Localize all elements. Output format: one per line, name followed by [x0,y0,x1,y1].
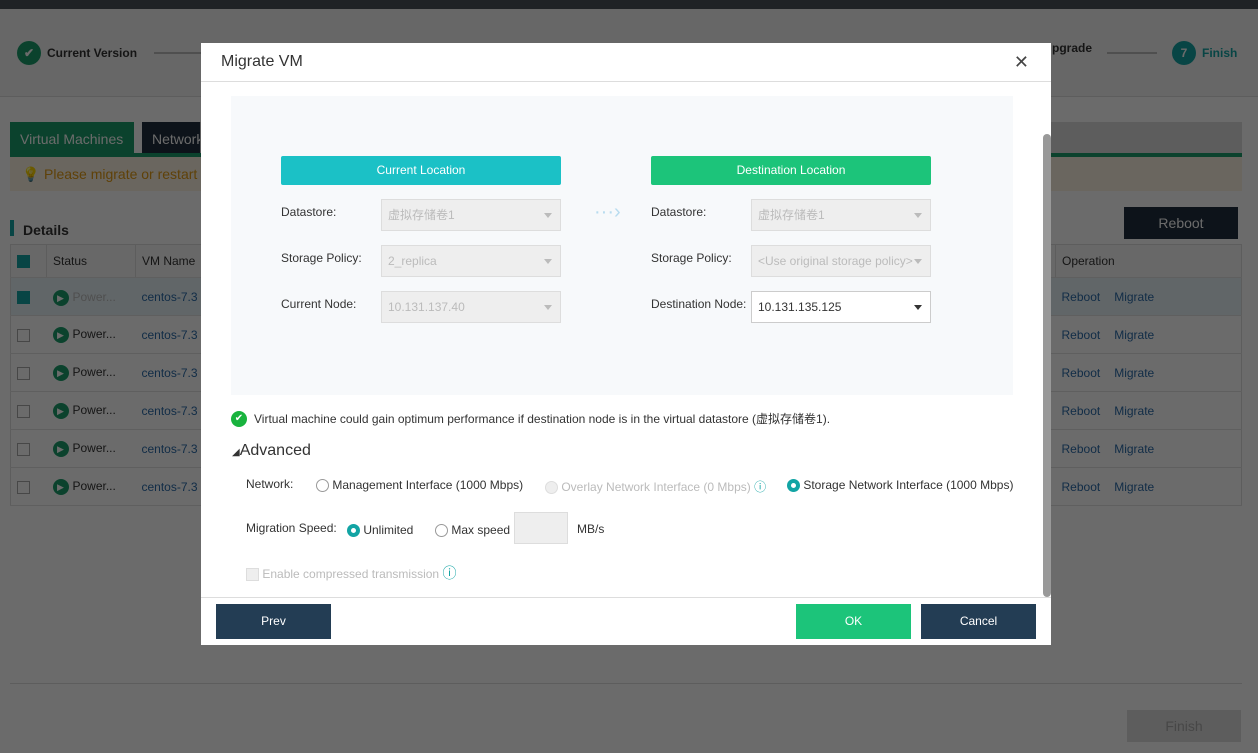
network-storage-radio[interactable]: Storage Network Interface (1000 Mbps) [787,478,1013,493]
destination-location-header: Destination Location [651,156,931,185]
play-icon: ▶ [52,478,69,495]
migrate-link[interactable]: Migrate [1114,366,1154,380]
migrate-link[interactable]: Migrate [1114,404,1154,418]
speed-max-radio[interactable]: Max speed [435,523,510,538]
network-overlay-radio: Overlay Network Interface (0 Mbps) ⓘ [545,478,766,495]
prev-button[interactable]: Prev [216,604,331,639]
arrow-right-icon: ···› [594,201,621,223]
network-management-radio[interactable]: Management Interface (1000 Mbps) [316,478,523,493]
ok-button[interactable]: OK [796,604,911,639]
migrate-vm-dialog: Migrate VM ✕ Current Location Destinatio… [201,43,1051,645]
step-finish: 7 Finish [1172,41,1237,65]
info-icon[interactable]: ⓘ [754,480,766,494]
advanced-toggle[interactable]: ◢Advanced [232,442,311,460]
row-checkbox[interactable] [17,404,30,418]
row-checkbox[interactable] [17,290,30,304]
migrate-link[interactable]: Migrate [1114,480,1154,494]
success-icon: ✔ [231,410,247,427]
dest-node-select[interactable]: 10.131.135.125 [751,291,931,323]
scrollbar[interactable] [1043,134,1051,597]
dialog-title: Migrate VM [201,43,1051,82]
row-checkbox[interactable] [17,442,30,456]
step-current-version: ✔ Current Version [17,41,137,65]
top-bar [0,0,1258,9]
current-node-select: 10.131.137.40 [381,291,561,323]
caret-icon: ◢ [232,447,240,458]
reboot-link[interactable]: Reboot [1062,366,1101,380]
current-location-header: Current Location [281,156,561,185]
dest-datastore-select: 虚拟存储卷1 [751,199,931,231]
close-icon[interactable]: ✕ [1014,52,1029,73]
check-icon: ✔ [17,41,41,65]
current-policy-select: 2_replica [381,245,561,277]
play-icon: ▶ [52,364,69,381]
select-all-checkbox[interactable] [17,255,30,269]
step-upgrade: pgrade [1052,41,1093,55]
compress-checkbox: Enable compressed transmission ⓘ [246,563,456,583]
reboot-link[interactable]: Reboot [1062,328,1101,342]
play-icon: ▶ [52,326,69,343]
max-speed-input[interactable] [514,512,568,544]
play-icon: ▶ [52,289,69,306]
details-title: Details [23,222,69,238]
performance-notice: Virtual machine could gain optimum perfo… [254,412,831,426]
lightbulb-icon: 💡 [22,166,40,182]
reboot-link[interactable]: Reboot [1062,480,1101,494]
reboot-link[interactable]: Reboot [1062,290,1101,304]
tab-virtual-machines[interactable]: Virtual Machines [10,122,134,156]
dest-policy-select: <Use original storage policy> [751,245,931,277]
reboot-link[interactable]: Reboot [1062,404,1101,418]
migrate-link[interactable]: Migrate [1114,290,1154,304]
finish-button[interactable]: Finish [1127,710,1241,742]
reboot-link[interactable]: Reboot [1062,442,1101,456]
row-checkbox[interactable] [17,480,30,494]
play-icon: ▶ [52,402,69,419]
migrate-link[interactable]: Migrate [1114,442,1154,456]
info-icon[interactable]: ⓘ [442,565,456,581]
play-icon: ▶ [52,440,69,457]
speed-unlimited-radio[interactable]: Unlimited [347,523,413,538]
current-datastore-select: 虚拟存储卷1 [381,199,561,231]
migrate-link[interactable]: Migrate [1114,328,1154,342]
reboot-button[interactable]: Reboot [1124,207,1238,239]
row-checkbox[interactable] [17,328,30,342]
tab-network[interactable]: Network [142,122,202,156]
cancel-button[interactable]: Cancel [921,604,1036,639]
row-checkbox[interactable] [17,366,30,380]
